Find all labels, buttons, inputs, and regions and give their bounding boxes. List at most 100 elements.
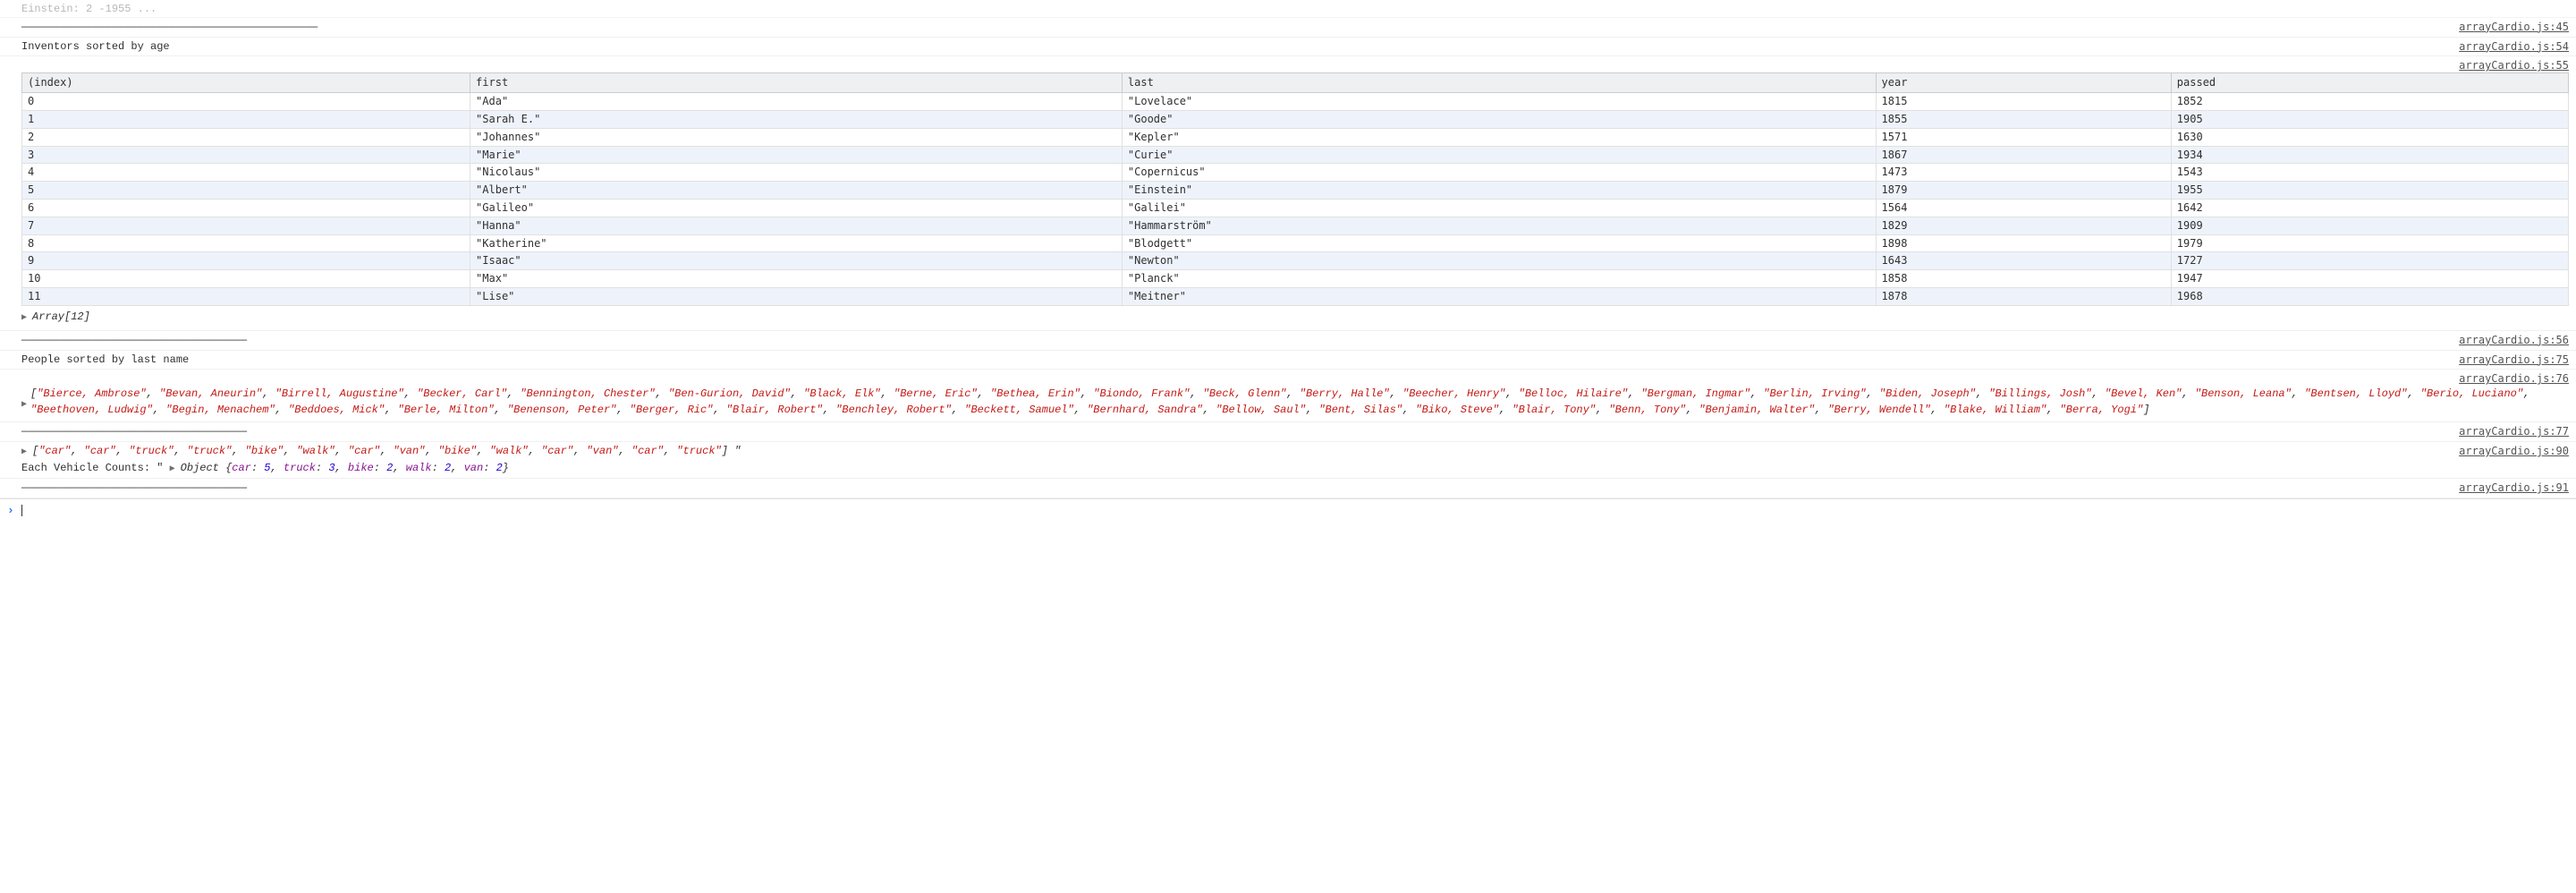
people-array-content[interactable]: ["Bierce, Ambrose", "Bevan, Aneurin", "B…: [0, 382, 2576, 421]
table-cell: 1727: [2171, 252, 2568, 270]
table-cell: "Copernicus": [1122, 164, 1876, 182]
table-header[interactable]: passed: [2171, 73, 2568, 93]
table-cell: 1979: [2171, 234, 2568, 252]
table-header[interactable]: first: [470, 73, 1123, 93]
table-cell: 10: [22, 270, 470, 288]
table-cell: 1905: [2171, 110, 2568, 128]
separator-text: ———————————————————————————————————: [21, 425, 247, 438]
table-cell: 1571: [1876, 128, 2171, 146]
table-row[interactable]: 0"Ada""Lovelace"18151852: [22, 93, 2569, 111]
console-table-wrap: (index)firstlastyearpassed 0"Ada""Lovela…: [0, 69, 2576, 307]
table-cell: 1947: [2171, 270, 2568, 288]
source-link[interactable]: arrayCardio.js:75: [2459, 353, 2569, 368]
log-row-separator: ——————————————————————————————————— arra…: [0, 422, 2576, 442]
table-cell: 1867: [1876, 146, 2171, 164]
source-link[interactable]: arrayCardio.js:56: [2459, 333, 2569, 348]
vehicles-label: Each Vehicle Counts: ": [21, 462, 163, 474]
log-row-title: Inventors sorted by age arrayCardio.js:5…: [0, 38, 2576, 57]
source-link[interactable]: arrayCardio.js:55: [2459, 58, 2569, 73]
disclosure-triangle-icon[interactable]: [21, 312, 30, 325]
table-cell: 1934: [2171, 146, 2568, 164]
table-cell: "Albert": [470, 182, 1123, 200]
log-row-separator: ——————————————————————————————————— arra…: [0, 479, 2576, 498]
table-cell: 7: [22, 217, 470, 234]
table-cell: 2: [22, 128, 470, 146]
table-cell: 1643: [1876, 252, 2171, 270]
table-cell: 9: [22, 252, 470, 270]
table-cell: 1: [22, 110, 470, 128]
vehicle-counts-object[interactable]: {car: 5, truck: 3, bike: 2, walk: 2, van…: [225, 462, 509, 474]
table-cell: 1855: [1876, 110, 2171, 128]
source-link[interactable]: arrayCardio.js:45: [2459, 20, 2569, 35]
table-cell: 1543: [2171, 164, 2568, 182]
table-cell: 1878: [1876, 287, 2171, 305]
table-cell: "Ada": [470, 93, 1123, 111]
source-link[interactable]: arrayCardio.js:54: [2459, 39, 2569, 55]
table-row[interactable]: 5"Albert""Einstein"18791955: [22, 182, 2569, 200]
separator-text: ———————————————————————————————————: [21, 481, 247, 494]
inventors-table[interactable]: (index)firstlastyearpassed 0"Ada""Lovela…: [21, 72, 2569, 305]
log-row-separator: ——————————————————————————————————— arra…: [0, 331, 2576, 351]
table-cell: 1968: [2171, 287, 2568, 305]
table-cell: "Katherine": [470, 234, 1123, 252]
table-cell: 1829: [1876, 217, 2171, 234]
table-row[interactable]: 8"Katherine""Blodgett"18981979: [22, 234, 2569, 252]
table-row[interactable]: 10"Max""Planck"18581947: [22, 270, 2569, 288]
faded-prev-line: Einstein: 2 -1955 ...: [0, 0, 2576, 18]
table-cell: 1564: [1876, 199, 2171, 217]
log-row-people-src: arrayCardio.js:76: [0, 370, 2576, 382]
table-cell: "Kepler": [1122, 128, 1876, 146]
vehicles-array[interactable]: ["car", "car", "truck", "truck", "bike",…: [32, 445, 741, 457]
table-row[interactable]: 11"Lise""Meitner"18781968: [22, 287, 2569, 305]
array-summary-row: Array[12]: [0, 308, 2576, 331]
table-cell: 1642: [2171, 199, 2568, 217]
table-cell: "Lovelace": [1122, 93, 1876, 111]
object-word[interactable]: Object: [181, 462, 225, 474]
log-row-table-src: arrayCardio.js:55: [0, 56, 2576, 69]
separator-text: ———————————————————————————————————: [21, 334, 247, 346]
table-cell: 1815: [1876, 93, 2171, 111]
console-prompt[interactable]: ›: [0, 498, 2576, 523]
table-cell: "Galilei": [1122, 199, 1876, 217]
table-cell: "Lise": [470, 287, 1123, 305]
table-cell: "Hanna": [470, 217, 1123, 234]
table-header[interactable]: last: [1122, 73, 1876, 93]
array-summary-text[interactable]: Array[12]: [32, 310, 90, 323]
table-cell: 1858: [1876, 270, 2171, 288]
table-row[interactable]: 9"Isaac""Newton"16431727: [22, 252, 2569, 270]
disclosure-triangle-icon[interactable]: [21, 446, 30, 459]
table-row[interactable]: 4"Nicolaus""Copernicus"14731543: [22, 164, 2569, 182]
console-input[interactable]: [29, 503, 2449, 517]
disclosure-triangle-icon[interactable]: [21, 399, 27, 412]
table-cell: 3: [22, 146, 470, 164]
table-row[interactable]: 2"Johannes""Kepler"15711630: [22, 128, 2569, 146]
prompt-caret-icon: ›: [7, 503, 14, 519]
table-cell: 11: [22, 287, 470, 305]
table-cell: "Sarah E.": [470, 110, 1123, 128]
source-link[interactable]: arrayCardio.js:90: [2459, 444, 2569, 459]
table-cell: "Curie": [1122, 146, 1876, 164]
table-cell: 1898: [1876, 234, 2171, 252]
table-cell: "Meitner": [1122, 287, 1876, 305]
table-cell: 1879: [1876, 182, 2171, 200]
log-message: People sorted by last name: [21, 353, 189, 366]
table-header[interactable]: (index): [22, 73, 470, 93]
table-row[interactable]: 6"Galileo""Galilei"15641642: [22, 199, 2569, 217]
source-link[interactable]: arrayCardio.js:91: [2459, 481, 2569, 496]
table-row[interactable]: 7"Hanna""Hammarström"18291909: [22, 217, 2569, 234]
table-cell: "Goode": [1122, 110, 1876, 128]
log-row-separator: ————————————————————————————————————————…: [0, 18, 2576, 38]
table-cell: "Marie": [470, 146, 1123, 164]
table-cell: "Einstein": [1122, 182, 1876, 200]
table-cell: 8: [22, 234, 470, 252]
table-header[interactable]: year: [1876, 73, 2171, 93]
table-row[interactable]: 1"Sarah E.""Goode"18551905: [22, 110, 2569, 128]
people-array-row: ["Bierce, Ambrose", "Bevan, Aneurin", "B…: [0, 382, 2576, 422]
source-link[interactable]: arrayCardio.js:77: [2459, 424, 2569, 439]
table-row[interactable]: 3"Marie""Curie"18671934: [22, 146, 2569, 164]
log-message: Inventors sorted by age: [21, 40, 170, 53]
disclosure-triangle-icon[interactable]: [170, 464, 179, 476]
table-cell: 0: [22, 93, 470, 111]
table-cell: 1852: [2171, 93, 2568, 111]
table-cell: 1909: [2171, 217, 2568, 234]
